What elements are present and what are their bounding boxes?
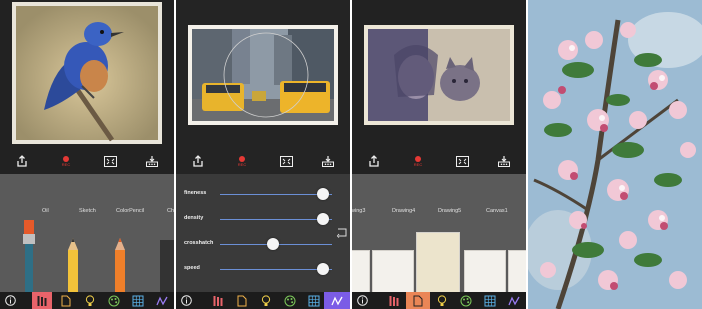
slider-knob-speed[interactable] xyxy=(317,263,330,275)
sketch-pencil-icon[interactable] xyxy=(66,238,80,292)
bottom-tab-bar xyxy=(176,292,350,309)
slider-fineness[interactable] xyxy=(220,194,332,195)
tool-label-colorpencil: ColorPencil xyxy=(116,208,145,214)
grid-icon[interactable] xyxy=(304,292,324,309)
slider-speed[interactable] xyxy=(220,269,332,270)
palette-icon[interactable] xyxy=(456,292,476,309)
paper-swatch-drawing4[interactable] xyxy=(372,250,414,294)
brush-icon xyxy=(37,295,47,306)
record-label: REC xyxy=(61,161,71,167)
charcoal-icon[interactable] xyxy=(160,240,174,292)
palette-icon[interactable] xyxy=(280,292,300,309)
fullscreen-icon[interactable] xyxy=(454,154,470,168)
more-icon[interactable] xyxy=(496,154,512,168)
paper-swatch-drawing3[interactable] xyxy=(352,250,370,294)
panel-oil-painting: REC Oil Sketch ColorPencil Ch xyxy=(0,0,174,309)
record-button[interactable]: REC xyxy=(410,154,426,168)
record-label: REC xyxy=(237,161,247,167)
portrait-sketch-preview[interactable] xyxy=(364,25,514,125)
blossom-painting-image xyxy=(528,0,702,309)
slider-knob-crosshatch[interactable] xyxy=(266,238,279,250)
bird-painting-image xyxy=(16,6,158,142)
tab-paper[interactable] xyxy=(406,292,430,309)
oil-brush-icon[interactable] xyxy=(18,220,40,292)
bottom-tab-bar xyxy=(0,292,174,309)
stroke-icon xyxy=(331,295,343,305)
panel-sketch-settings: REC fineness density crosshatch speed xyxy=(176,0,350,309)
paper-label-drawing3: awing3 xyxy=(352,208,366,214)
palette-icon[interactable] xyxy=(104,292,124,309)
stroke-icon[interactable] xyxy=(504,292,524,309)
paper-swatch-canvas1[interactable] xyxy=(464,250,506,294)
grid-icon[interactable] xyxy=(128,292,148,309)
panel-paper-picker: REC awing3 Drawing4 Drawing5 Canvas1 xyxy=(352,0,526,309)
paper-icon xyxy=(413,295,423,306)
record-button[interactable]: REC xyxy=(58,154,74,168)
record-label: REC xyxy=(413,161,423,167)
bulb-icon[interactable] xyxy=(80,292,100,309)
tool-label-charcoal: Ch xyxy=(167,208,174,214)
bulb-icon[interactable] xyxy=(432,292,452,309)
paper-label-drawing5: Drawing5 xyxy=(438,208,462,214)
bottom-tab-bar xyxy=(352,292,526,309)
paper-label-canvas1: Canvas1 xyxy=(486,208,508,214)
share-icon[interactable] xyxy=(14,154,30,168)
tool-label-sketch: Sketch xyxy=(79,208,96,214)
color-pencil-icon[interactable] xyxy=(113,238,127,292)
slider-label-density: density xyxy=(184,215,204,221)
focus-circle[interactable] xyxy=(221,2,311,148)
bulb-icon[interactable] xyxy=(256,292,276,309)
action-toolbar: REC xyxy=(352,150,526,174)
slider-label-speed: speed xyxy=(184,265,200,271)
slider-density[interactable] xyxy=(220,219,332,220)
paper-icon[interactable] xyxy=(56,292,76,309)
tab-brush[interactable] xyxy=(32,292,52,309)
record-button[interactable]: REC xyxy=(234,154,250,168)
portrait-sketch-image xyxy=(368,29,510,121)
slider-label-crosshatch: crosshatch xyxy=(184,240,214,246)
paper-icon[interactable] xyxy=(232,292,252,309)
tool-label-oil: Oil xyxy=(42,208,49,214)
slider-label-fineness: fineness xyxy=(184,190,207,196)
info-icon[interactable] xyxy=(352,292,372,309)
tab-stroke[interactable] xyxy=(324,292,350,309)
action-toolbar: REC xyxy=(176,150,350,174)
info-icon[interactable] xyxy=(176,292,196,309)
slider-knob-density[interactable] xyxy=(317,213,330,225)
more-icon[interactable] xyxy=(320,154,336,168)
blossom-painting-result xyxy=(528,0,702,309)
grid-icon[interactable] xyxy=(480,292,500,309)
share-icon[interactable] xyxy=(366,154,382,168)
fullscreen-icon[interactable] xyxy=(278,154,294,168)
fullscreen-icon[interactable] xyxy=(102,154,118,168)
paper-label-drawing4: Drawing4 xyxy=(392,208,416,214)
paper-swatch-drawing5[interactable] xyxy=(416,232,460,294)
brush-icon[interactable] xyxy=(208,292,228,309)
more-icon[interactable] xyxy=(144,154,160,168)
info-icon[interactable] xyxy=(0,292,20,309)
paper-swatch-next[interactable] xyxy=(508,250,526,294)
undo-icon[interactable] xyxy=(336,226,348,238)
slider-knob-fineness[interactable] xyxy=(317,188,330,200)
share-icon[interactable] xyxy=(190,154,206,168)
stroke-icon[interactable] xyxy=(152,292,172,309)
bird-painting-preview[interactable] xyxy=(12,2,162,144)
brush-icon[interactable] xyxy=(384,292,404,309)
action-toolbar: REC xyxy=(0,150,174,174)
